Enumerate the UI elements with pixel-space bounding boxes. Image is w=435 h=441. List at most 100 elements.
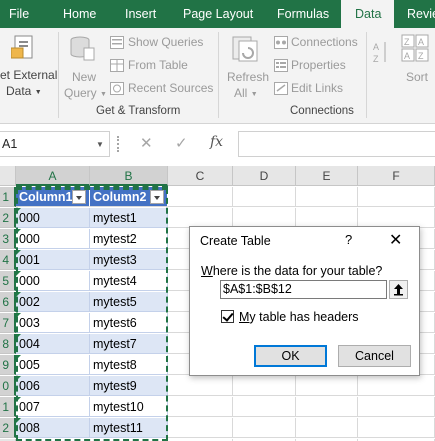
cancel-button[interactable]: Cancel xyxy=(338,345,411,367)
cell[interactable] xyxy=(168,376,233,396)
cell[interactable] xyxy=(296,376,358,396)
tab-data[interactable]: Data xyxy=(341,0,394,28)
from-table-button[interactable]: From Table xyxy=(110,58,210,74)
tab-file[interactable]: File xyxy=(0,0,40,28)
cell[interactable] xyxy=(358,187,435,207)
table-cell[interactable]: mytest11 xyxy=(90,418,168,438)
name-box-dropdown-icon[interactable]: ▼ xyxy=(96,140,104,149)
connections-button[interactable]: Connections xyxy=(274,35,364,51)
table-cell[interactable]: mytest10 xyxy=(90,397,168,417)
table-cell[interactable]: 000 xyxy=(16,271,90,291)
table-cell[interactable]: mytest2 xyxy=(90,229,168,249)
table-cell[interactable]: 007 xyxy=(16,397,90,417)
cell[interactable] xyxy=(233,397,296,417)
table-cell[interactable]: mytest3 xyxy=(90,250,168,270)
headers-checkbox-label[interactable]: My table has headers xyxy=(239,310,359,324)
cell[interactable] xyxy=(233,376,296,396)
row-header[interactable]: 5 xyxy=(0,271,16,291)
table-cell[interactable]: 008 xyxy=(16,418,90,438)
row-header[interactable]: 0 xyxy=(0,376,16,396)
ok-button[interactable]: OK xyxy=(254,345,327,367)
sort-az-button[interactable]: A Z xyxy=(370,36,394,72)
table-header-cell[interactable]: Column2 xyxy=(90,187,168,207)
filter-dropdown-icon[interactable] xyxy=(150,190,164,204)
collapse-dialog-button[interactable] xyxy=(389,280,408,299)
cell[interactable] xyxy=(358,418,435,438)
name-box[interactable]: A1 xyxy=(0,131,110,157)
row-header[interactable]: 7 xyxy=(0,313,16,333)
formula-input[interactable] xyxy=(238,131,435,157)
new-query-button[interactable]: New Query ▼ xyxy=(62,28,107,100)
select-all-corner[interactable] xyxy=(0,166,16,186)
table-cell[interactable]: mytest9 xyxy=(90,376,168,396)
cancel-entry-icon[interactable]: ✕ xyxy=(140,134,153,152)
filter-dropdown-icon[interactable] xyxy=(72,190,86,204)
column-header-a[interactable]: A xyxy=(16,166,90,186)
table-cell[interactable]: 001 xyxy=(16,250,90,270)
table-range-input[interactable]: $A$1:$B$12 xyxy=(220,280,387,299)
tab-home[interactable]: Home xyxy=(54,0,106,28)
show-queries-button[interactable]: Show Queries xyxy=(110,35,210,51)
properties-button[interactable]: Properties xyxy=(274,58,364,74)
cell[interactable] xyxy=(296,418,358,438)
row-header[interactable]: 2 xyxy=(0,418,16,438)
cell[interactable] xyxy=(168,187,233,207)
cell[interactable] xyxy=(358,397,435,417)
row-header[interactable]: 3 xyxy=(0,229,16,249)
tab-formulas[interactable]: Formulas xyxy=(268,0,340,28)
column-header-c[interactable]: C xyxy=(168,166,233,186)
row-header[interactable]: 1 xyxy=(0,397,16,417)
insert-function-icon[interactable]: fx xyxy=(210,134,223,150)
collapse-arrow-icon xyxy=(394,284,403,296)
refresh-icon xyxy=(232,36,258,62)
table-cell[interactable]: mytest7 xyxy=(90,334,168,354)
cell[interactable] xyxy=(296,187,358,207)
table-cell[interactable]: 000 xyxy=(16,208,90,228)
table-cell[interactable]: mytest6 xyxy=(90,313,168,333)
row-header[interactable]: 6 xyxy=(0,292,16,312)
table-header-cell[interactable]: Column1 xyxy=(16,187,90,207)
tab-insert[interactable]: Insert xyxy=(116,0,168,28)
row-header[interactable]: 4 xyxy=(0,250,16,270)
headers-checkbox[interactable] xyxy=(221,310,234,323)
cell[interactable] xyxy=(233,418,296,438)
row-header[interactable]: 8 xyxy=(0,334,16,354)
table-cell[interactable]: 005 xyxy=(16,355,90,375)
close-button[interactable]: ✕ xyxy=(389,230,402,250)
tab-review[interactable]: Revie xyxy=(398,0,435,28)
table-cell[interactable]: mytest8 xyxy=(90,355,168,375)
help-button[interactable]: ? xyxy=(345,232,352,247)
table-cell[interactable]: 006 xyxy=(16,376,90,396)
recent-sources-button[interactable]: Recent Sources xyxy=(110,81,213,97)
table-cell[interactable]: mytest1 xyxy=(90,208,168,228)
formula-bar-grip[interactable] xyxy=(117,136,120,152)
row-header[interactable]: 9 xyxy=(0,355,16,375)
cell[interactable] xyxy=(296,208,358,228)
tab-page-layout[interactable]: Page Layout xyxy=(174,0,262,28)
cell[interactable] xyxy=(358,208,435,228)
cell[interactable] xyxy=(358,376,435,396)
table-cell[interactable]: 002 xyxy=(16,292,90,312)
table-cell[interactable]: mytest4 xyxy=(90,271,168,291)
row-header[interactable]: 2 xyxy=(0,208,16,228)
enter-entry-icon[interactable]: ✓ xyxy=(175,134,188,152)
sort-button[interactable]: Z A A Z Sort xyxy=(398,28,435,100)
row-header[interactable]: 1 xyxy=(0,187,16,207)
cell[interactable] xyxy=(168,208,233,228)
cell[interactable] xyxy=(168,397,233,417)
cell[interactable] xyxy=(168,418,233,438)
table-cell[interactable]: mytest5 xyxy=(90,292,168,312)
column-header-e[interactable]: E xyxy=(296,166,358,186)
cell[interactable] xyxy=(296,397,358,417)
column-header-d[interactable]: D xyxy=(233,166,296,186)
cell[interactable] xyxy=(233,208,296,228)
refresh-all-button[interactable]: Refresh All ▼ xyxy=(222,28,270,100)
cell[interactable] xyxy=(233,187,296,207)
table-cell[interactable]: 003 xyxy=(16,313,90,333)
table-cell[interactable]: 000 xyxy=(16,229,90,249)
get-external-data-button[interactable]: et External Data ▼ xyxy=(0,28,60,100)
column-header-b[interactable]: B xyxy=(90,166,168,186)
column-header-f[interactable]: F xyxy=(358,166,435,186)
edit-links-button[interactable]: Edit Links xyxy=(274,81,364,97)
table-cell[interactable]: 004 xyxy=(16,334,90,354)
